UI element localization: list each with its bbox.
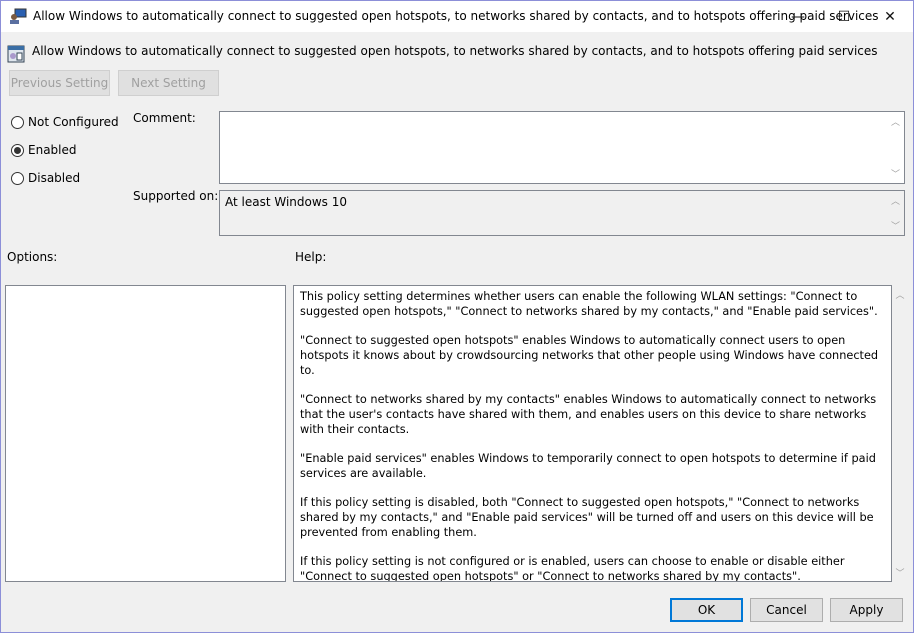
policy-setting-icon bbox=[7, 45, 25, 63]
options-label: Options: bbox=[7, 250, 58, 264]
network-policy-icon bbox=[10, 8, 27, 24]
radio-label: Enabled bbox=[28, 143, 77, 157]
previous-setting-button[interactable]: Previous Setting bbox=[9, 70, 110, 96]
radio-circle-selected[interactable] bbox=[11, 143, 24, 157]
radio-not-configured[interactable]: Not Configured bbox=[11, 115, 119, 129]
comment-label: Comment: bbox=[133, 111, 196, 125]
scroll-up-icon[interactable]: ︿ bbox=[895, 288, 904, 301]
help-paragraph: If this policy setting is not configured… bbox=[300, 555, 845, 582]
help-paragraph: "Connect to suggested open hotspots" ena… bbox=[300, 334, 879, 377]
minimize-button[interactable]: — bbox=[775, 1, 821, 32]
title-bar[interactable]: Allow Windows to automatically connect t… bbox=[1, 1, 913, 32]
radio-disabled[interactable]: Disabled bbox=[11, 171, 80, 185]
supported-on-value: At least Windows 10 bbox=[225, 195, 348, 209]
radio-label: Not Configured bbox=[28, 115, 119, 129]
supported-scrollbar[interactable]: ︿ ﹀ bbox=[887, 191, 904, 235]
help-paragraph: "Connect to networks shared by my contac… bbox=[300, 393, 877, 436]
help-pane: This policy setting determines whether u… bbox=[293, 285, 892, 582]
scroll-down-icon[interactable]: ﹀ bbox=[895, 566, 904, 579]
help-paragraph: "Enable paid services" enables Windows t… bbox=[300, 452, 876, 480]
help-scrollbar[interactable]: ︿ ﹀ bbox=[892, 285, 908, 582]
radio-circle[interactable] bbox=[11, 171, 24, 185]
cancel-button[interactable]: Cancel bbox=[750, 598, 823, 622]
supported-on-label: Supported on: bbox=[133, 189, 219, 203]
supported-on-field: At least Windows 10 ︿ ﹀ bbox=[219, 190, 905, 236]
comment-textarea[interactable]: ︿ ﹀ bbox=[219, 111, 905, 184]
ok-button[interactable]: OK bbox=[670, 598, 743, 622]
maximize-button[interactable]: ☐ bbox=[821, 1, 867, 32]
help-paragraph: This policy setting determines whether u… bbox=[300, 290, 878, 318]
next-setting-button[interactable]: Next Setting bbox=[118, 70, 219, 96]
options-pane bbox=[5, 285, 286, 582]
help-label: Help: bbox=[295, 250, 327, 264]
comment-scrollbar[interactable]: ︿ ﹀ bbox=[887, 112, 904, 183]
policy-dialog: Allow Windows to automatically connect t… bbox=[0, 0, 914, 633]
setting-title: Allow Windows to automatically connect t… bbox=[32, 44, 878, 58]
close-button[interactable]: ✕ bbox=[867, 1, 913, 32]
radio-circle[interactable] bbox=[11, 115, 24, 129]
window-title: Allow Windows to automatically connect t… bbox=[33, 9, 879, 23]
help-paragraph: If this policy setting is disabled, both… bbox=[300, 496, 874, 539]
apply-button[interactable]: Apply bbox=[830, 598, 903, 622]
radio-label: Disabled bbox=[28, 171, 81, 185]
radio-enabled[interactable]: Enabled bbox=[11, 143, 77, 157]
